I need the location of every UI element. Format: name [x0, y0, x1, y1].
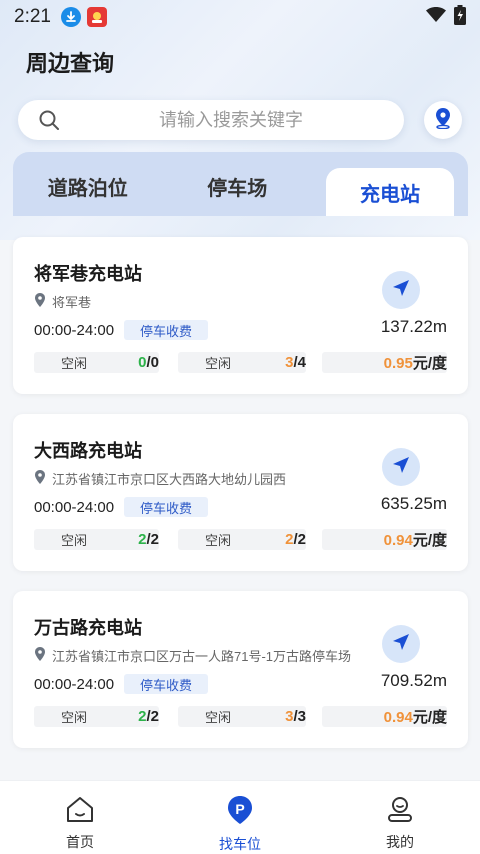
parking-icon: P: [225, 795, 255, 830]
navigate-button[interactable]: [382, 448, 420, 486]
page-title: 周边查询: [26, 51, 115, 76]
station-address: 江苏省镇江市京口区大西路大地幼儿园西: [34, 469, 286, 488]
navigation-arrow-icon: [391, 278, 411, 303]
search-icon: [38, 109, 60, 136]
station-hours: 00:00-24:00: [34, 499, 115, 516]
price-value: 0.94: [383, 709, 413, 726]
slot-pill-slow: 空闲 3/3: [178, 706, 306, 727]
station-name: 将军巷充电站: [34, 264, 142, 284]
station-name: 万古路充电站: [34, 618, 142, 638]
slot-total: /2: [293, 531, 306, 548]
station-card[interactable]: 大西路充电站 江苏省镇江市京口区大西路大地幼儿园西 00:00-24:00 停车…: [13, 414, 468, 571]
slot-total: /2: [146, 708, 159, 725]
download-icon: [60, 7, 81, 27]
station-hours: 00:00-24:00: [34, 322, 115, 339]
search-input[interactable]: [18, 109, 404, 131]
slot-total: /4: [293, 354, 306, 371]
search-box[interactable]: [18, 100, 404, 140]
navigate-button[interactable]: [382, 271, 420, 309]
price-pill: 0.94元/度: [322, 529, 447, 550]
slot-count: 3/3: [285, 708, 306, 725]
parking-fee-tag: 停车收费: [124, 320, 209, 340]
station-distance: 635.25m: [380, 494, 447, 513]
price: 0.95元/度: [384, 352, 447, 373]
navigation-arrow-icon: [391, 455, 411, 480]
slot-pill-fast: 空闲 0/0: [34, 352, 159, 373]
location-pin-icon: [34, 647, 46, 664]
bottom-nav-label: 首页: [66, 834, 94, 850]
tab-parking-lot[interactable]: 停车场: [163, 152, 313, 216]
slot-count: 2/2: [138, 531, 159, 548]
price-unit: 元/度: [412, 532, 447, 549]
price: 0.94元/度: [384, 529, 447, 550]
wifi-icon: [426, 6, 446, 28]
bottom-nav-home[interactable]: 首页: [0, 781, 160, 854]
parking-fee-tag: 停车收费: [124, 674, 209, 694]
navigation-arrow-icon: [391, 632, 411, 657]
slot-label: 空闲: [205, 533, 232, 548]
parking-fee-tag: 停车收费: [124, 497, 209, 517]
station-name: 大西路充电站: [34, 441, 142, 461]
slot-total: /3: [293, 708, 306, 725]
app-badge-icon: [86, 7, 107, 27]
station-address-text: 将军巷: [52, 295, 92, 310]
station-hours: 00:00-24:00: [34, 676, 115, 693]
station-address: 江苏省镇江市京口区万古一人路71号-1万古路停车场: [34, 646, 351, 665]
slot-pill-slow: 空闲 2/2: [178, 529, 306, 550]
station-address: 将军巷: [34, 292, 91, 311]
bottom-nav-find-parking[interactable]: P 找车位: [160, 781, 320, 854]
category-tabs: 道路泊位 停车场 充电站: [13, 152, 468, 216]
slot-label: 空闲: [205, 710, 232, 725]
home-icon: [65, 795, 95, 828]
station-address-text: 江苏省镇江市京口区万古一人路71号-1万古路停车场: [52, 649, 352, 664]
slot-label: 空闲: [61, 533, 88, 548]
slot-label: 空闲: [61, 356, 88, 371]
slot-pill-fast: 空闲 2/2: [34, 529, 159, 550]
tab-charging-station[interactable]: 充电站: [326, 168, 454, 216]
slot-label: 空闲: [205, 356, 232, 371]
bottom-nav-label: 我的: [386, 834, 414, 850]
station-distance: 709.52m: [380, 671, 447, 690]
price-pill: 0.95元/度: [322, 352, 447, 373]
slot-pill-fast: 空闲 2/2: [34, 706, 159, 727]
svg-text:P: P: [235, 801, 244, 817]
price-value: 0.94: [383, 532, 413, 549]
slot-count: 2/2: [138, 708, 159, 725]
battery-charging-icon: [454, 4, 466, 30]
price-value: 0.95: [383, 355, 413, 372]
tab-road-parking[interactable]: 道路泊位: [13, 152, 163, 216]
station-card[interactable]: 万古路充电站 江苏省镇江市京口区万古一人路71号-1万古路停车场 00:00-2…: [13, 591, 468, 748]
station-distance: 137.22m: [380, 317, 447, 336]
location-pin-icon: [34, 470, 46, 487]
price-unit: 元/度: [412, 355, 447, 372]
bottom-nav-mine[interactable]: 我的: [320, 781, 480, 854]
slot-label: 空闲: [61, 710, 88, 725]
bottom-nav-label: 找车位: [219, 836, 261, 852]
price: 0.94元/度: [384, 706, 447, 727]
price-unit: 元/度: [412, 709, 447, 726]
location-button[interactable]: [424, 101, 462, 139]
status-bar: 2:21: [0, 0, 480, 34]
price-pill: 0.94元/度: [322, 706, 447, 727]
location-pin-icon: [34, 293, 46, 310]
slot-total: /0: [146, 354, 159, 371]
station-address-text: 江苏省镇江市京口区大西路大地幼儿园西: [52, 472, 287, 487]
bottom-nav: 首页 P 找车位 我的: [0, 780, 480, 854]
navigate-button[interactable]: [382, 625, 420, 663]
user-icon: [385, 795, 415, 828]
status-time: 2:21: [14, 6, 51, 27]
slot-count: 2/2: [285, 531, 306, 548]
slot-count: 0/0: [138, 354, 159, 371]
slot-pill-slow: 空闲 3/4: [178, 352, 306, 373]
slot-total: /2: [146, 531, 159, 548]
slot-count: 3/4: [285, 354, 306, 371]
location-pin-icon: [433, 107, 453, 134]
station-card[interactable]: 将军巷充电站 将军巷 00:00-24:00 停车收费 137.22m 空闲 0…: [13, 237, 468, 394]
